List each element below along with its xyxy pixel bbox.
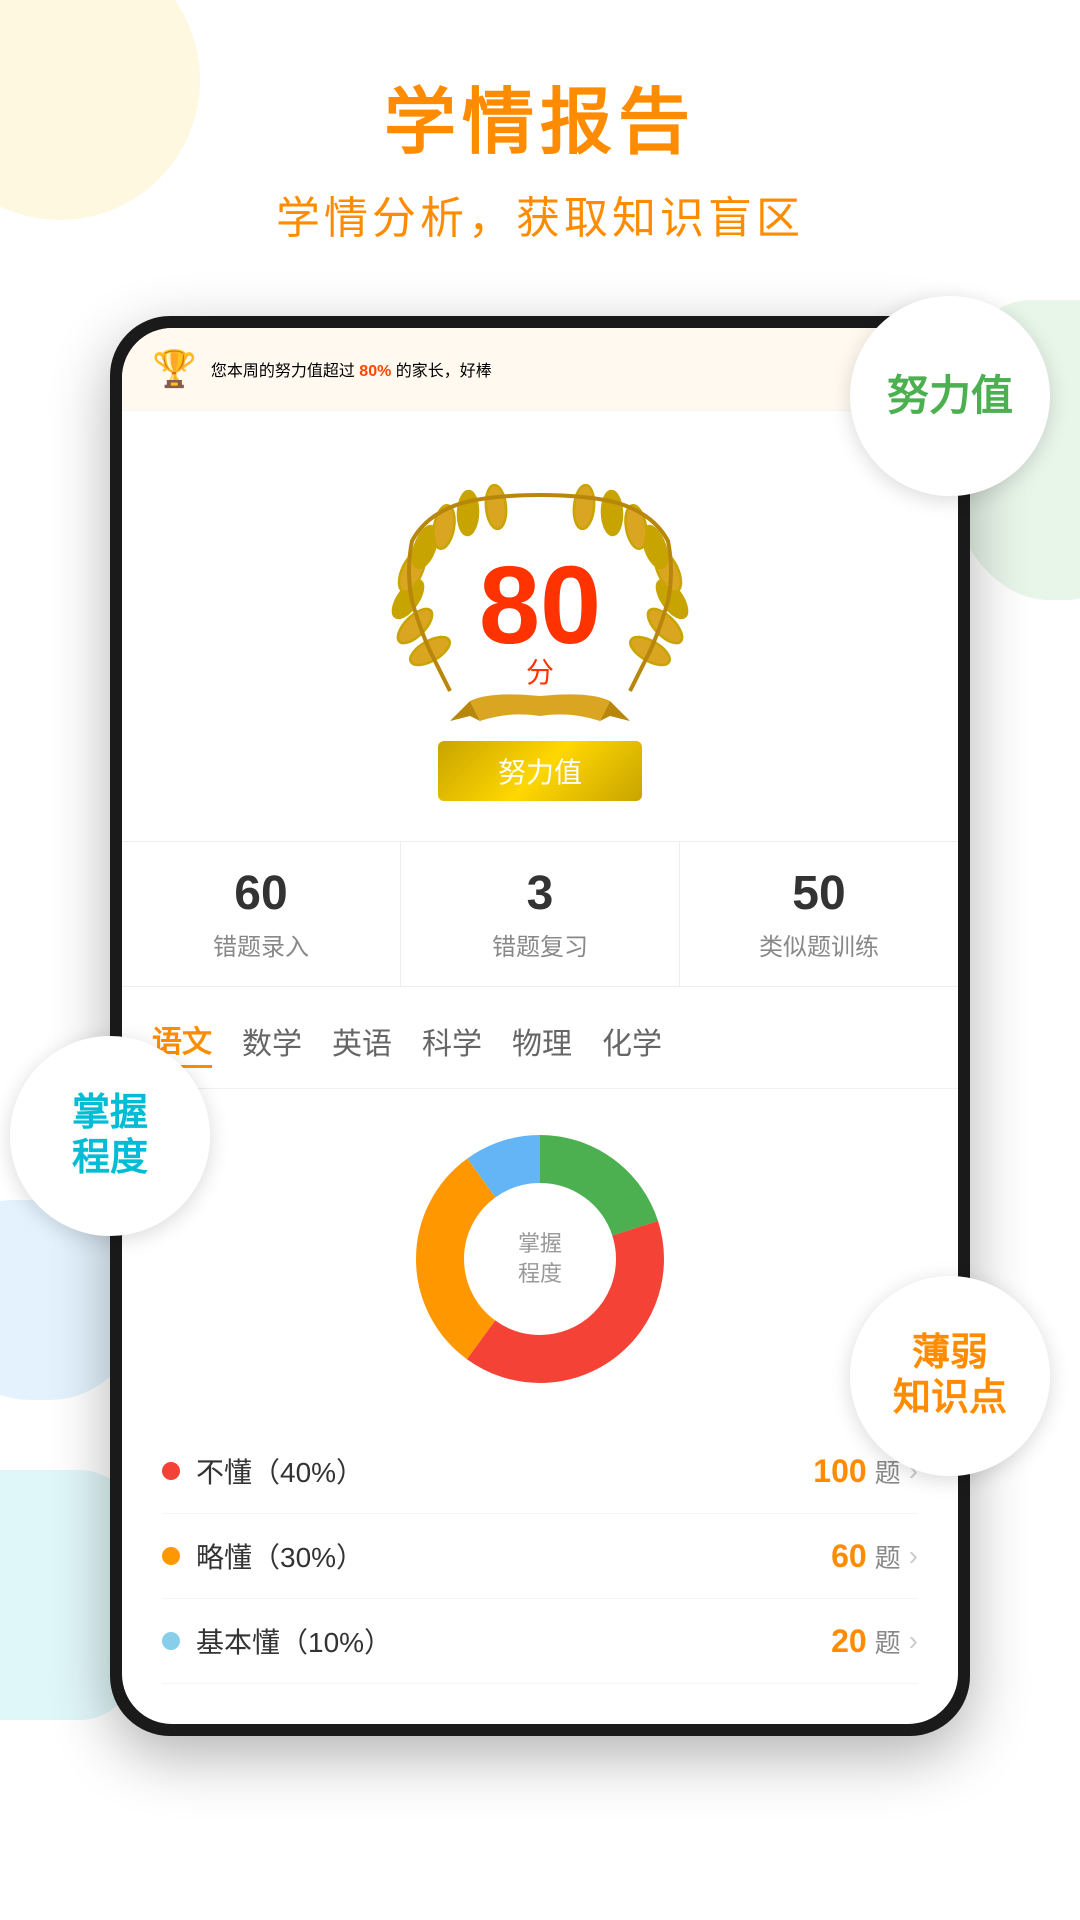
- legend-label-1: 略懂（30%）: [196, 1536, 831, 1576]
- stat-number-2: 50: [690, 866, 948, 921]
- notification-text: 您本周的努力值超过 80% 的家长，好棒: [211, 357, 492, 381]
- legend-count-1: 60: [831, 1538, 867, 1575]
- svg-text:掌握: 掌握: [518, 1231, 562, 1256]
- donut-svg: 掌握 程度: [400, 1119, 680, 1399]
- stats-row: 60 错题录入 3 错题复习 50 类似题训练: [122, 841, 958, 987]
- tab-chemistry[interactable]: 化学: [602, 1019, 662, 1067]
- stat-label-1: 错题复习: [411, 927, 669, 962]
- notification-bar: 🏆 您本周的努力值超过 80% 的家长，好棒: [122, 328, 958, 411]
- legend-count-2: 20: [831, 1623, 867, 1660]
- legend-label-2: 基本懂（10%）: [196, 1621, 831, 1661]
- page-header: 学情报告 学情分析，获取知识盲区: [0, 0, 1080, 276]
- trophy-icon: 🏆: [152, 348, 197, 390]
- stat-item-0: 60 错题录入: [122, 842, 401, 986]
- effort-badge: 努力值: [850, 296, 1050, 496]
- stat-number-0: 60: [132, 866, 390, 921]
- stat-label-2: 类似题训练: [690, 927, 948, 962]
- legend-item-2: 基本懂（10%） 20 题 ›: [162, 1599, 918, 1684]
- page-title: 学情报告: [0, 80, 1080, 166]
- legend-dot-1: [162, 1547, 180, 1565]
- weak-badge-text: 薄弱 知识点: [893, 1331, 1007, 1422]
- subject-tabs: 语文 数学 英语 科学 物理 化学: [122, 997, 958, 1089]
- score-section: 80 分 努力值: [122, 411, 958, 831]
- tab-math[interactable]: 数学: [242, 1019, 302, 1067]
- score-number: 80: [479, 551, 601, 661]
- legend-section: 不懂（40%） 100 题 › 略懂（30%） 60 题 › 基本懂（10%） …: [122, 1419, 958, 1724]
- mastery-badge-text: 掌握 程度: [72, 1091, 148, 1182]
- legend-dot-0: [162, 1462, 180, 1480]
- tab-physics[interactable]: 物理: [512, 1019, 572, 1067]
- legend-unit-1: 题: [875, 1538, 901, 1575]
- legend-arrow-1[interactable]: ›: [909, 1540, 918, 1572]
- phone-screen: 🏆 您本周的努力值超过 80% 的家长，好棒: [122, 328, 958, 1724]
- mastery-badge: 掌握 程度: [10, 1036, 210, 1236]
- legend-dot-2: [162, 1632, 180, 1650]
- legend-count-0: 100: [813, 1453, 866, 1490]
- svg-text:程度: 程度: [518, 1261, 562, 1286]
- legend-item-1: 略懂（30%） 60 题 ›: [162, 1514, 918, 1599]
- score-ribbon-label: 努力值: [438, 741, 642, 801]
- donut-chart: 掌握 程度: [400, 1119, 680, 1399]
- legend-item-0: 不懂（40%） 100 题 ›: [162, 1429, 918, 1514]
- stat-item-1: 3 错题复习: [401, 842, 680, 986]
- weak-points-badge: 薄弱 知识点: [850, 1276, 1050, 1476]
- laurel-container: 80 分: [370, 451, 710, 771]
- stat-number-1: 3: [411, 866, 669, 921]
- stat-item-2: 50 类似题训练: [680, 842, 958, 986]
- stat-label-0: 错题录入: [132, 927, 390, 962]
- page-subtitle: 学情分析，获取知识盲区: [0, 182, 1080, 246]
- legend-label-0: 不懂（40%）: [196, 1451, 813, 1491]
- tab-english[interactable]: 英语: [332, 1019, 392, 1067]
- effort-badge-text: 努力值: [887, 373, 1013, 419]
- phone-mockup: 🏆 您本周的努力值超过 80% 的家长，好棒: [110, 316, 970, 1736]
- phone-wrapper: 努力值 掌握 程度 薄弱 知识点 🏆 您本周的努力值超过 80% 的家长，好棒: [110, 316, 970, 1736]
- legend-arrow-2[interactable]: ›: [909, 1625, 918, 1657]
- chart-section: 掌握 程度: [122, 1089, 958, 1419]
- legend-unit-2: 题: [875, 1623, 901, 1660]
- score-display: 80 分: [479, 551, 601, 691]
- tab-science[interactable]: 科学: [422, 1019, 482, 1067]
